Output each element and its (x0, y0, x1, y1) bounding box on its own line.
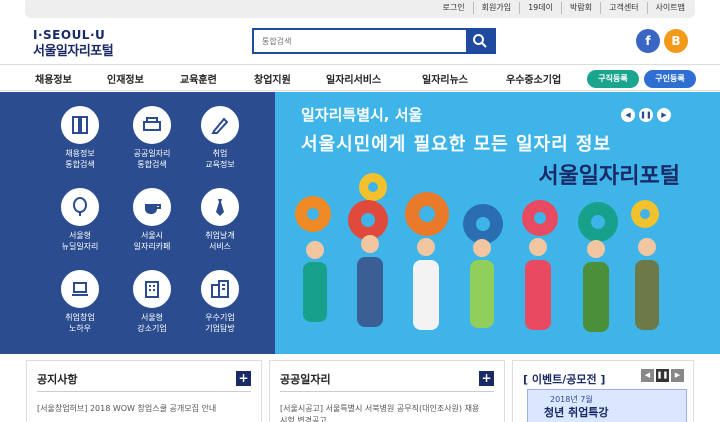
public-jobs-panel: 공공일자리 + [서울시공고] 서울특별시 서북병원 공무직(대인조사원) 채용… (269, 360, 505, 422)
public-jobs-title: 공공일자리 (280, 373, 331, 386)
public-jobs-more-button[interactable]: + (479, 371, 494, 386)
top-links: 로그인 회원가입 19데이 박람회 고객센터 사이트맵 (435, 2, 693, 14)
quick-label: 서울형 (140, 313, 164, 322)
quick-label: 서비스 (208, 242, 232, 251)
pencil-icon (201, 106, 239, 144)
facebook-icon[interactable]: f (636, 29, 660, 53)
quick-item-wing-service[interactable]: 취업날개 서비스 (188, 188, 252, 252)
quick-label: 교육정보 (205, 160, 235, 169)
public-jobs-item[interactable]: [서울시공고] 서울특별시 서북병원 공무직(대인조사원) 채용시험 변경공고 (280, 403, 480, 422)
nav-item-talent[interactable]: 인재정보 (107, 71, 144, 86)
logo-portal-name[interactable]: 서울일자리포털 (33, 40, 114, 59)
nav-item-job-news[interactable]: 일자리뉴스 (422, 71, 468, 86)
job-fair-link[interactable]: 박람회 (561, 2, 600, 14)
quick-item-public-jobs[interactable]: 공공일자리 통합검색 (120, 106, 184, 170)
notice-panel: 공지사항 + [서울창업허브] 2018 WOW 창업스쿨 공개모집 안내 (26, 360, 262, 422)
events-panel: [ 이벤트/공모전 ] ◀ ❚❚ ▶ 2018년 7월 청년 취업특강 (512, 360, 694, 422)
quick-label: 통합검색 (65, 160, 95, 169)
quick-label: 통합검색 (137, 160, 167, 169)
blog-icon[interactable]: B (664, 29, 688, 53)
divider (37, 391, 251, 392)
nav-item-job-services[interactable]: 일자리서비스 (326, 71, 381, 86)
events-next-button[interactable]: ▶ (671, 369, 684, 382)
quick-label: 채용정보 (65, 149, 95, 158)
event-title: 청년 취업특강 (544, 406, 609, 419)
19day-link[interactable]: 19데이 (519, 2, 561, 14)
top-utility-bar: 로그인 회원가입 19데이 박람회 고객센터 사이트맵 (25, 0, 695, 18)
quick-item-education[interactable]: 취업 교육정보 (188, 106, 252, 170)
quick-label: 일자리카페 (133, 242, 171, 251)
events-prev-button[interactable]: ◀ (641, 369, 654, 382)
search-icon (473, 34, 487, 48)
event-banner-image[interactable]: 2018년 7월 청년 취업특강 (527, 389, 687, 422)
quick-menu: 채용정보 통합검색 공공일자리 통합검색 취업 교육정보 서울형 뉴딜일자리 서… (0, 92, 275, 354)
binder-icon (61, 106, 99, 144)
balloon-icon (61, 188, 99, 226)
divider (280, 391, 494, 392)
quick-label: 공공일자리 (133, 149, 171, 158)
quick-label: 강소기업 (137, 324, 167, 333)
search-box (252, 28, 496, 54)
notice-title: 공지사항 (37, 373, 78, 386)
nav-item-startup[interactable]: 창업지원 (254, 71, 291, 86)
banner-illustration (295, 173, 659, 332)
quick-item-knowhow[interactable]: 취업창업 노하우 (48, 270, 112, 334)
gear-icon (295, 173, 659, 244)
login-link[interactable]: 로그인 (435, 2, 473, 14)
signup-link[interactable]: 회원가입 (472, 2, 519, 14)
page: 로그인 회원가입 19데이 박람회 고객센터 사이트맵 I·SEOUL·U 서울… (0, 0, 720, 422)
quick-label: 뉴딜일자리 (61, 242, 99, 251)
coffee-icon (133, 188, 171, 226)
search-button[interactable] (466, 30, 494, 52)
search-input[interactable] (254, 30, 466, 52)
nav-item-jobs[interactable]: 채용정보 (35, 71, 72, 86)
hire-register-button[interactable]: 구인등록 (644, 70, 696, 88)
quick-label: 취업 (212, 149, 228, 158)
quick-item-newdeal[interactable]: 서울형 뉴딜일자리 (48, 188, 112, 252)
quick-item-job-search[interactable]: 채용정보 통합검색 (48, 106, 112, 170)
notice-more-button[interactable]: + (236, 371, 251, 386)
quick-label: 기업탐방 (205, 324, 235, 333)
quick-label: 서울형 (68, 231, 92, 240)
laptop-icon (61, 270, 99, 308)
nav-item-training[interactable]: 교육훈련 (180, 71, 217, 86)
main-banner[interactable]: 일자리특별시, 서울 서울시민에게 필요한 모든 일자리 정보 서울일자리포털 … (275, 92, 720, 354)
office-icon (201, 270, 239, 308)
notice-item[interactable]: [서울창업허브] 2018 WOW 창업스쿨 공개모집 안내 (37, 403, 237, 415)
job-register-button[interactable]: 구직등록 (587, 70, 639, 88)
customer-center-link[interactable]: 고객센터 (600, 2, 646, 14)
main-nav: 채용정보 인재정보 교육훈련 창업지원 일자리서비스 일자리뉴스 우수중소기업 … (0, 64, 720, 91)
tie-icon (201, 188, 239, 226)
quick-label: 노하우 (68, 324, 92, 333)
building-icon (133, 270, 171, 308)
quick-label: 취업날개 (205, 231, 235, 240)
sitemap-link[interactable]: 사이트맵 (646, 2, 693, 14)
quick-item-small-giants[interactable]: 서울형 강소기업 (120, 270, 184, 334)
quick-label: 우수기업 (205, 313, 235, 322)
people-illustration (303, 235, 659, 332)
events-pause-button[interactable]: ❚❚ (656, 369, 669, 382)
nav-item-sme[interactable]: 우수중소기업 (506, 71, 561, 86)
quick-label: 서울시 (140, 231, 164, 240)
quick-item-job-cafe[interactable]: 서울시 일자리카페 (120, 188, 184, 252)
events-title: [ 이벤트/공모전 ] (523, 373, 606, 386)
quick-item-company-tour[interactable]: 우수기업 기업탐방 (188, 270, 252, 334)
printer-icon (133, 106, 171, 144)
quick-label: 취업창업 (65, 313, 95, 322)
